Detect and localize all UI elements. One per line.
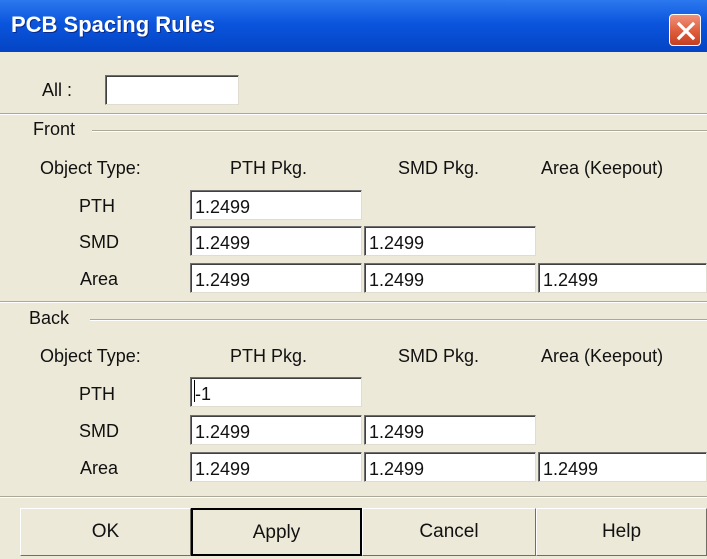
apply-button[interactable]: Apply xyxy=(191,508,362,556)
front-area-header: Area (Keepout) xyxy=(541,158,664,178)
front-pth-row-label: PTH xyxy=(79,196,115,216)
close-icon xyxy=(676,21,696,41)
back-area-header: Area (Keepout) xyxy=(541,346,664,366)
front-area-row-label: Area xyxy=(80,269,119,289)
pcb-spacing-rules-dialog: PCB Spacing Rules All : Front Object Typ… xyxy=(0,0,707,559)
all-label: All : xyxy=(42,80,73,100)
front-pth-pkg-header: PTH Pkg. xyxy=(230,158,308,178)
front-pth-pth-pkg-input[interactable] xyxy=(190,190,362,220)
front-area-pth-pkg-input[interactable] xyxy=(190,263,362,293)
close-button[interactable] xyxy=(669,14,701,46)
back-area-pth-pkg-input[interactable] xyxy=(190,452,362,482)
front-smd-pth-pkg-input[interactable] xyxy=(190,226,362,256)
back-smd-row-label: SMD xyxy=(79,421,119,441)
front-group-label: Front xyxy=(33,119,80,140)
front-group-line xyxy=(92,130,707,132)
back-area-smd-pkg-input[interactable] xyxy=(364,452,536,482)
title-bar[interactable]: PCB Spacing Rules xyxy=(0,0,707,52)
help-button[interactable]: Help xyxy=(536,508,707,556)
back-top-divider xyxy=(0,301,707,303)
back-smd-pkg-header: SMD Pkg. xyxy=(398,346,480,366)
back-pth-pkg-header: PTH Pkg. xyxy=(230,346,308,366)
front-area-area-input[interactable] xyxy=(538,263,707,293)
back-pth-pth-pkg-input[interactable] xyxy=(190,377,362,407)
back-group-line xyxy=(90,319,707,321)
front-smd-pkg-header: SMD Pkg. xyxy=(398,158,480,178)
back-smd-smd-pkg-input[interactable] xyxy=(364,415,536,445)
front-area-smd-pkg-input[interactable] xyxy=(364,263,536,293)
back-area-area-input[interactable] xyxy=(538,452,707,482)
back-pth-row-label: PTH xyxy=(79,384,115,404)
back-smd-pth-pkg-input[interactable] xyxy=(190,415,362,445)
buttons-divider xyxy=(0,496,707,498)
front-object-type-header: Object Type: xyxy=(40,158,141,178)
back-area-row-label: Area xyxy=(80,458,119,478)
ok-button[interactable]: OK xyxy=(20,508,191,556)
front-smd-smd-pkg-input[interactable] xyxy=(364,226,536,256)
front-top-divider xyxy=(0,113,707,115)
all-input[interactable] xyxy=(105,75,239,105)
text-caret xyxy=(194,380,195,402)
back-group-label: Back xyxy=(29,308,74,329)
back-object-type-header: Object Type: xyxy=(40,346,141,366)
front-smd-row-label: SMD xyxy=(79,232,119,252)
cancel-button[interactable]: Cancel xyxy=(362,508,536,556)
window-title: PCB Spacing Rules xyxy=(11,12,216,37)
